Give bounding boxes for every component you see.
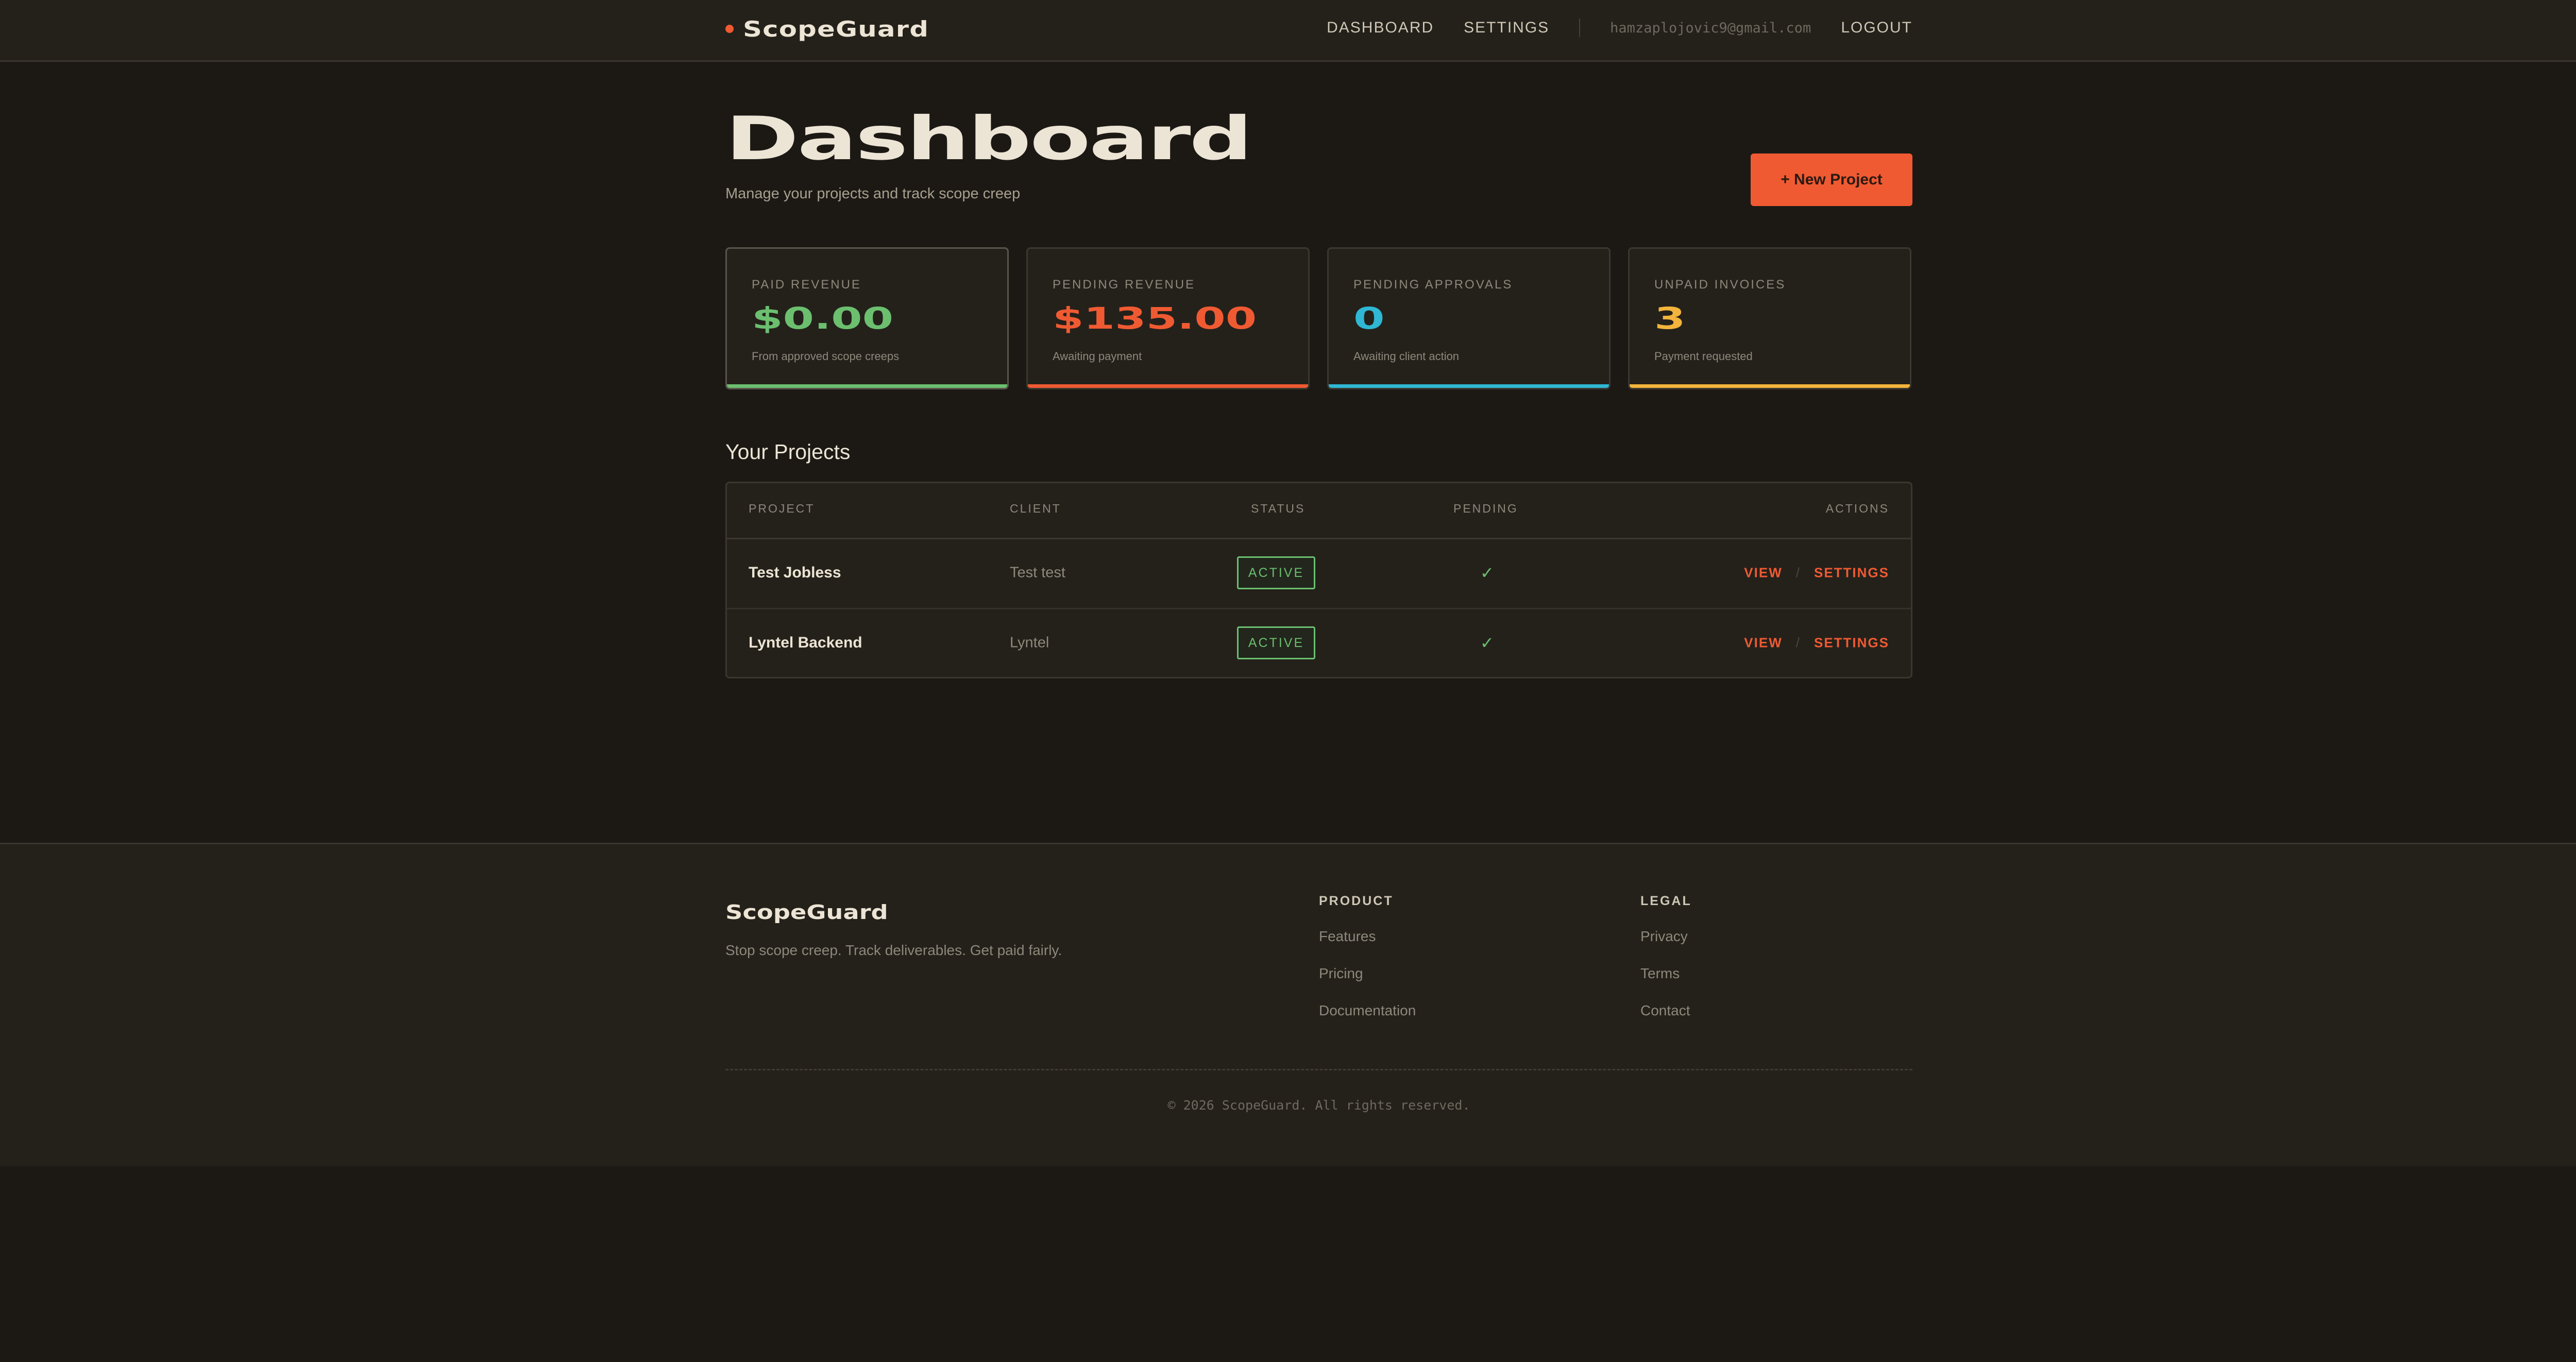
table-row: Test Jobless Test test ACTIVE ✓ VIEW / S…: [727, 538, 1911, 609]
project-name: Test Jobless: [749, 564, 841, 581]
stat-accent-bar: [1329, 384, 1609, 388]
col-status: STATUS: [1251, 502, 1306, 515]
nav-divider: [1579, 19, 1581, 37]
logo-text: ScopeGuard: [743, 16, 929, 42]
nav-settings[interactable]: SETTINGS: [1464, 19, 1549, 37]
footer-link-contact[interactable]: Contact: [1640, 1002, 1692, 1040]
logo-dot-icon: [725, 25, 734, 33]
nav-dashboard[interactable]: DASHBOARD: [1327, 19, 1434, 37]
top-navbar: ScopeGuard DASHBOARD SETTINGS hamzaplojo…: [0, 0, 2576, 62]
stat-note: Payment requested: [1654, 350, 1753, 363]
settings-link[interactable]: SETTINGS: [1814, 635, 1889, 651]
col-client: CLIENT: [1010, 502, 1061, 515]
page-title: Dashboard: [725, 104, 1252, 174]
footer-link-terms[interactable]: Terms: [1640, 965, 1692, 1002]
stats-row: PAID REVENUE $0.00 From approved scope c…: [725, 247, 1912, 391]
main-nav: DASHBOARD SETTINGS hamzaplojovic9@gmail.…: [1327, 15, 1912, 40]
col-actions: ACTIONS: [1825, 502, 1889, 515]
stat-value: 3: [1654, 301, 1686, 336]
stat-card-pending-approvals: PENDING APPROVALS 0 Awaiting client acti…: [1327, 247, 1611, 389]
stat-label: UNPAID INVOICES: [1654, 278, 1786, 292]
check-icon: ✓: [1480, 564, 1494, 582]
view-link[interactable]: VIEW: [1744, 565, 1782, 581]
table-row: Lyntel Backend Lyntel ACTIVE ✓ VIEW / SE…: [727, 608, 1911, 678]
settings-link[interactable]: SETTINGS: [1814, 565, 1889, 581]
stat-note: From approved scope creeps: [752, 350, 900, 363]
footer-legal-column: LEGAL Privacy Terms Contact: [1640, 894, 1692, 1040]
footer-logo[interactable]: ScopeGuard: [725, 901, 888, 924]
stat-accent-bar: [727, 384, 1007, 388]
stat-card-unpaid-invoices: UNPAID INVOICES 3 Payment requested: [1628, 247, 1911, 389]
table-header: PROJECT CLIENT STATUS PENDING ACTIONS: [727, 483, 1911, 539]
action-separator: /: [1795, 565, 1801, 581]
app-logo[interactable]: ScopeGuard: [725, 13, 928, 44]
footer-product-heading: PRODUCT: [1319, 894, 1394, 908]
status-badge: ACTIVE: [1237, 626, 1315, 659]
stat-label: PENDING REVENUE: [1053, 278, 1196, 292]
project-name: Lyntel Backend: [749, 634, 862, 651]
client-name: Test test: [1010, 564, 1065, 581]
projects-heading: Your Projects: [725, 440, 851, 464]
stat-card-paid-revenue: PAID REVENUE $0.00 From approved scope c…: [725, 247, 1009, 389]
row-actions: VIEW / SETTINGS: [1744, 565, 1889, 581]
footer-link-features[interactable]: Features: [1319, 928, 1416, 965]
user-email: hamzaplojovic9@gmail.com: [1610, 20, 1811, 36]
row-actions: VIEW / SETTINGS: [1744, 635, 1889, 651]
page-subtitle: Manage your projects and track scope cre…: [725, 185, 1021, 202]
status-badge: ACTIVE: [1237, 556, 1315, 589]
footer-link-documentation[interactable]: Documentation: [1319, 1002, 1416, 1040]
footer-link-pricing[interactable]: Pricing: [1319, 965, 1416, 1002]
footer-copyright: © 2026 ScopeGuard. All rights reserved.: [1167, 1098, 1470, 1113]
stat-value: 0: [1353, 301, 1385, 336]
check-icon: ✓: [1480, 634, 1494, 652]
action-separator: /: [1795, 635, 1801, 651]
projects-table: PROJECT CLIENT STATUS PENDING ACTIONS Te…: [725, 482, 1912, 678]
footer-link-privacy[interactable]: Privacy: [1640, 928, 1692, 965]
stat-value: $135.00: [1053, 301, 1257, 336]
client-name: Lyntel: [1010, 634, 1049, 651]
stat-card-pending-revenue: PENDING REVENUE $135.00 Awaiting payment: [1026, 247, 1310, 389]
stat-note: Awaiting payment: [1053, 350, 1142, 363]
stat-label: PAID REVENUE: [752, 278, 861, 292]
stat-accent-bar: [1028, 384, 1308, 388]
new-project-button[interactable]: + New Project: [1751, 154, 1912, 206]
stat-value: $0.00: [752, 301, 894, 336]
stat-note: Awaiting client action: [1353, 350, 1460, 363]
footer-tagline: Stop scope creep. Track deliverables. Ge…: [725, 942, 1062, 958]
view-link[interactable]: VIEW: [1744, 635, 1782, 651]
footer-legal-heading: LEGAL: [1640, 894, 1692, 908]
col-project: PROJECT: [749, 502, 815, 515]
stat-label: PENDING APPROVALS: [1353, 278, 1513, 292]
footer-product-column: PRODUCT Features Pricing Documentation: [1319, 894, 1416, 1040]
footer-divider: [725, 1069, 1912, 1070]
logout-link[interactable]: LOGOUT: [1841, 19, 1912, 37]
col-pending: PENDING: [1453, 502, 1518, 515]
site-footer: ScopeGuard Stop scope creep. Track deliv…: [0, 843, 2576, 1166]
stat-accent-bar: [1630, 384, 1910, 388]
